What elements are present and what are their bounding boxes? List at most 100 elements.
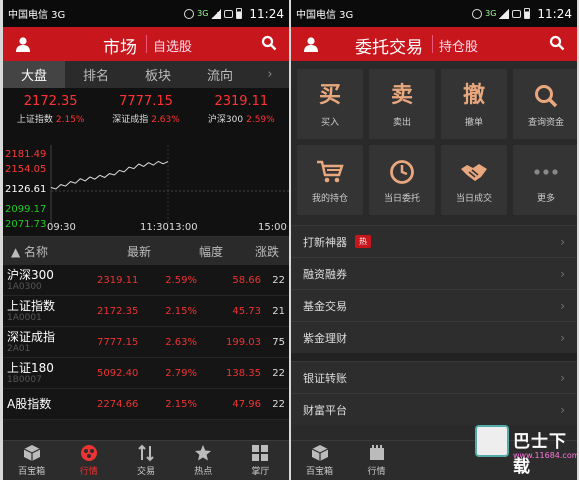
stock-name: 沪深300 — [7, 267, 54, 282]
market-tabs: 大盘 排名 板块 流向 › — [3, 61, 289, 89]
grid-label: 卖出 — [392, 117, 411, 128]
title-bar: 市场 自选股 — [3, 27, 289, 61]
chevron-right-icon: › — [560, 330, 565, 345]
handshake-icon — [461, 163, 487, 181]
grid-label: 我的持仓 — [311, 193, 348, 204]
menu-label: 银证转账 — [303, 371, 347, 385]
search-icon — [549, 35, 565, 51]
tab-overview[interactable]: 大盘 — [3, 61, 65, 88]
page-title[interactable]: 委托交易 — [355, 33, 423, 58]
stock-extra: 75 — [272, 336, 285, 348]
table-row[interactable]: A股指数 2274.66 2.15% 47.96 22 — [3, 389, 289, 420]
clock-time: 11:24 — [537, 6, 572, 21]
chart-ylabel: 2126.61 — [5, 184, 47, 195]
tab-more-arrow[interactable]: › — [251, 61, 289, 88]
nav-market[interactable]: 行情 — [348, 441, 405, 480]
carrier-label: 中国电信 3G — [8, 10, 66, 21]
menu-bank-transfer[interactable]: 银证转账 › — [291, 361, 577, 393]
menu-ipo[interactable]: 打新神器热 › — [291, 225, 577, 257]
stock-latest: 2319.11 — [97, 274, 139, 286]
chart-xlabel: 11:3013:00 — [140, 222, 198, 233]
nav-trade[interactable]: 交易 — [117, 441, 174, 480]
stock-pct: 2.63% — [165, 336, 197, 348]
nav-hall[interactable]: 掌厅 — [232, 441, 289, 480]
clock-icon — [390, 159, 414, 184]
stock-extra: 22 — [272, 398, 285, 410]
buy-button[interactable]: 买 买入 — [297, 69, 363, 139]
carrier-label: 中国电信 3G — [296, 10, 354, 21]
nav-label: 百宝箱 — [18, 467, 46, 477]
table-row[interactable]: 上证指数 1A0001 2172.35 2.15% 45.73 21 — [3, 296, 289, 327]
status-bar: 中国电信 3G 3G 11:24 — [3, 0, 289, 27]
trade-actions-grid: 买 买入 卖 卖出 撤 撤单 查询资金 我的持仓 当日委托 当日成交 更多 — [291, 61, 577, 215]
index-sh[interactable]: 2172.35 上证指数 2.15% — [3, 89, 98, 145]
user-button[interactable] — [3, 36, 43, 52]
grid-label: 当日成交 — [455, 193, 492, 204]
intraday-chart[interactable]: 2181.49 2154.05 2126.61 2099.17 2071.73 … — [3, 145, 289, 237]
header-pct[interactable]: 幅度 — [151, 243, 223, 260]
table-row[interactable]: 沪深300 1A0300 2319.11 2.59% 58.66 22 — [3, 265, 289, 296]
stock-latest: 2274.66 — [97, 398, 139, 410]
tab-flow[interactable]: 流向 — [189, 61, 251, 88]
tab-sectors[interactable]: 板块 — [127, 61, 189, 88]
user-button[interactable] — [291, 36, 331, 52]
market-icon — [369, 445, 384, 460]
battery-icon — [524, 8, 531, 19]
header-latest[interactable]: 最新 — [97, 243, 151, 260]
watermark-icon — [475, 425, 509, 457]
page-title[interactable]: 市场 — [103, 33, 137, 58]
tab-ranking[interactable]: 排名 — [65, 61, 127, 88]
table-header: ▲ 名称 最新 幅度 涨跌 — [3, 237, 289, 265]
chart-ylabel: 2181.49 — [5, 149, 47, 160]
chevron-right-icon: › — [560, 402, 565, 417]
clock-time: 11:24 — [249, 6, 284, 21]
bottom-nav: 百宝箱 行情 交易 热点 掌厅 — [3, 440, 289, 480]
index-value: 7777.15 — [119, 94, 173, 109]
stock-extra: 22 — [272, 367, 285, 379]
index-hs300[interactable]: 2319.11 沪深300 2.59% — [194, 89, 289, 145]
nav-toolbox[interactable]: 百宝箱 — [291, 441, 348, 480]
stock-change: 47.96 — [232, 398, 261, 410]
search-button[interactable] — [549, 35, 565, 55]
grid-icon — [252, 445, 269, 461]
menu-wealth[interactable]: 紫金理财 › — [291, 321, 577, 353]
chevron-right-icon: › — [560, 298, 565, 313]
table-row[interactable]: 深证成指 2A01 7777.15 2.63% 199.03 75 — [3, 327, 289, 358]
stock-change: 138.35 — [226, 367, 261, 379]
index-name: 上证指数 — [16, 115, 53, 125]
nav-label: 百宝箱 — [305, 467, 333, 477]
chevron-right-icon: › — [560, 266, 565, 281]
holdings-tab[interactable]: 持仓股 — [439, 36, 478, 55]
menu-gap — [291, 353, 577, 361]
watermark-logo: 巴士下载 www.11684.com — [475, 421, 577, 477]
menu-margin[interactable]: 融资融券 › — [291, 257, 577, 289]
index-sz[interactable]: 7777.15 深证成指 2.63% — [98, 89, 193, 145]
today-trades-button[interactable]: 当日成交 — [441, 145, 507, 215]
stock-list: 沪深300 1A0300 2319.11 2.59% 58.66 22 上证指数 1… — [3, 265, 289, 420]
chart-ylabel: 2099.17 — [5, 204, 47, 215]
title-divider — [432, 35, 433, 53]
query-funds-button[interactable]: 查询资金 — [513, 69, 577, 139]
header-change[interactable]: 涨跌 — [223, 243, 279, 260]
table-row[interactable]: 上证180 1B0007 5092.40 2.79% 138.35 22 — [3, 358, 289, 389]
stock-extra: 22 — [272, 274, 285, 286]
nav-market[interactable]: 行情 — [60, 441, 117, 480]
stock-change: 199.03 — [226, 336, 261, 348]
cancel-order-button[interactable]: 撤 撤单 — [441, 69, 507, 139]
search-button[interactable] — [261, 35, 277, 55]
sell-button[interactable]: 卖 卖出 — [369, 69, 435, 139]
my-holdings-button[interactable]: 我的持仓 — [297, 145, 363, 215]
watermark-url: www.11684.com — [513, 451, 577, 460]
today-orders-button[interactable]: 当日委托 — [369, 145, 435, 215]
star-icon — [195, 445, 212, 461]
signal-icon — [211, 8, 222, 19]
watchlist-tab[interactable]: 自选股 — [153, 36, 192, 55]
menu-fund[interactable]: 基金交易 › — [291, 289, 577, 321]
nav-toolbox[interactable]: 百宝箱 — [3, 441, 60, 480]
stock-latest: 2172.35 — [97, 305, 139, 317]
stock-name: 深证成指 — [7, 329, 56, 344]
network-3g-icon: 3G — [485, 9, 497, 18]
more-button[interactable]: 更多 — [513, 145, 577, 215]
nav-hot[interactable]: 热点 — [175, 441, 232, 480]
header-name[interactable]: ▲ 名称 — [3, 243, 97, 260]
